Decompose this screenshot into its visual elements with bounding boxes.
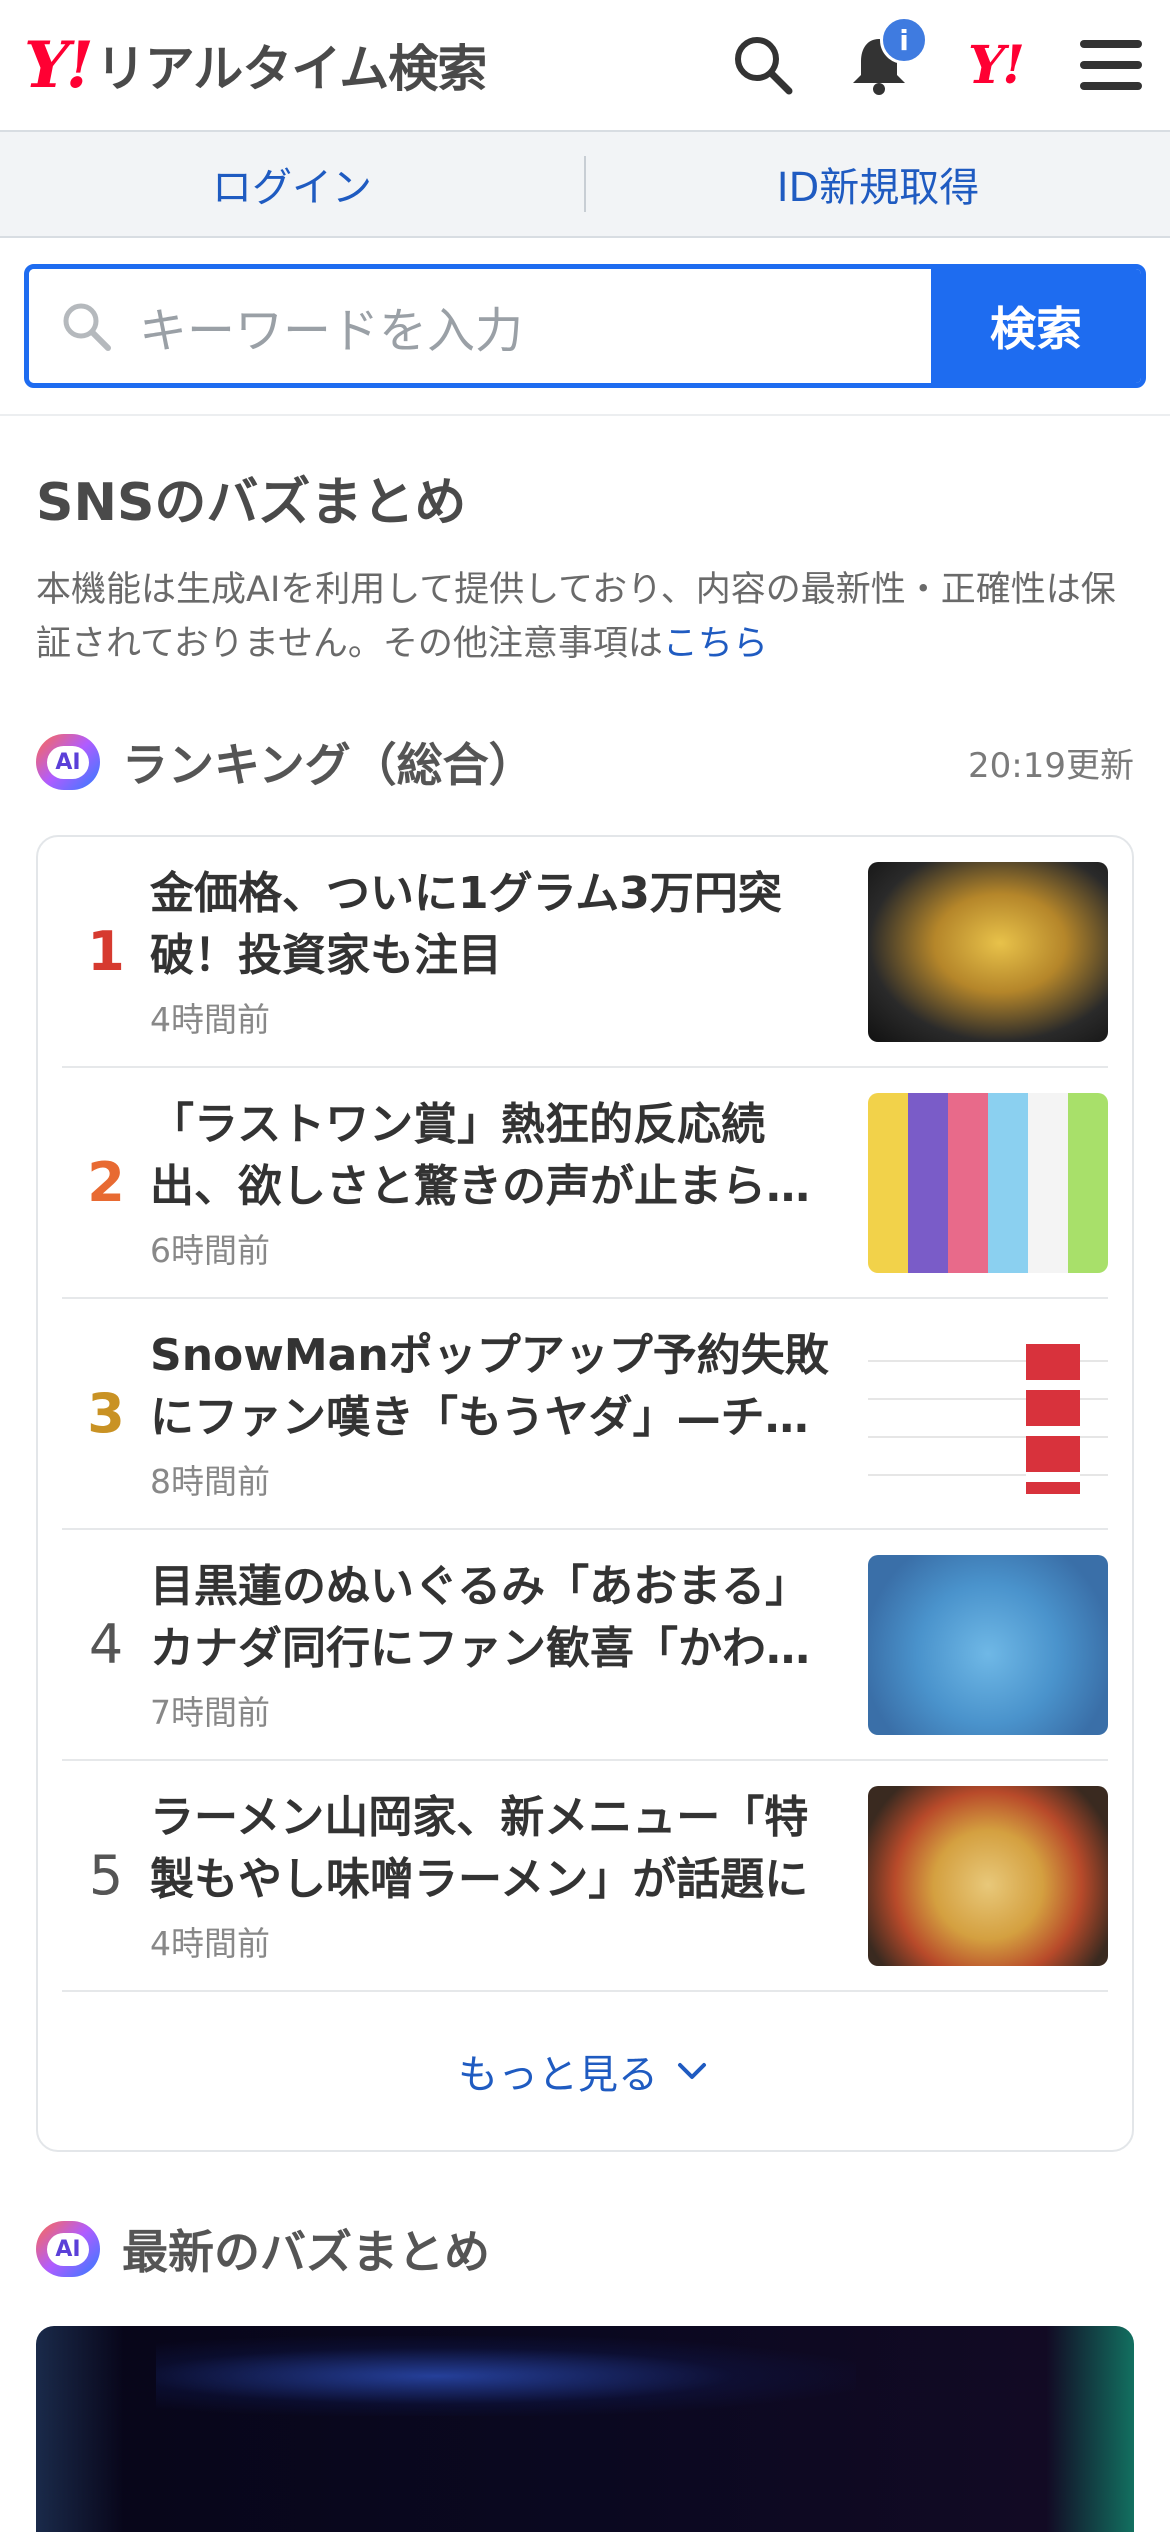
ranking-item-title: ラーメン山岡家、新メニュー「特製もやし味噌ラーメン」が話題に	[150, 1791, 809, 1905]
disclaimer-link[interactable]: こちら	[663, 624, 768, 664]
search-field-icon	[63, 303, 111, 351]
ai-badge-label: AI	[47, 745, 89, 779]
ranking-item-text: ラーメン山岡家、新メニュー「特製もやし味噌ラーメン」が話題に 4時間前	[150, 1787, 868, 1965]
menu-icon[interactable]	[1076, 30, 1146, 100]
show-more-label: もっと見る	[458, 2052, 658, 2098]
login-link[interactable]: ログイン	[0, 155, 584, 213]
latest-header: AI 最新のバズまとめ	[36, 2216, 1134, 2282]
ranking-item-time: 4時間前	[150, 1923, 270, 1963]
top-header: Y! リアルタイム検索 i Y!	[0, 0, 1170, 132]
ranking-item-time: 6時間前	[150, 1230, 270, 1270]
trading-cards-thumbnail	[868, 1092, 1108, 1273]
ranking-item-text: 金価格、ついに1グラム3万円突破！投資家も注目 4時間前	[150, 863, 868, 1041]
disclaimer-text: 本機能は生成AIを利用して提供しており、内容の最新性・正確性は保証されておりませ…	[36, 570, 1116, 664]
gold-bar-thumbnail	[868, 861, 1108, 1042]
rank-number: 2	[87, 1151, 125, 1214]
search-placeholder: キーワードを入力	[139, 303, 524, 359]
ramen-thumbnail	[868, 1785, 1108, 1966]
search-area: キーワードを入力 検索	[0, 238, 1170, 416]
ranking-item-title: 金価格、ついに1グラム3万円突破！投資家も注目	[150, 867, 782, 981]
ai-icon: AI	[36, 2221, 100, 2277]
notification-badge: i	[880, 16, 928, 64]
rank-number: 1	[87, 920, 125, 983]
ranking-item-text: 目黒蓮のぬいぐるみ「あおまる」カナダ同行にファン歓喜「かわいい」 7時間前	[150, 1556, 868, 1734]
ranking-item-title: SnowManポップアップ予約失敗にファン嘆き「もうヤダ」—チケット	[150, 1329, 829, 1443]
latest-title: 最新のバズまとめ	[122, 2225, 490, 2279]
ranking-item-time: 7時間前	[150, 1692, 270, 1732]
ranking-item[interactable]: 4 目黒蓮のぬいぐるみ「あおまる」カナダ同行にファン歓喜「かわいい」 7時間前	[62, 1530, 1108, 1761]
ai-disclaimer: 本機能は生成AIを利用して提供しており、内容の最新性・正確性は保証されておりませ…	[36, 563, 1134, 671]
ranking-item-text: SnowManポップアップ予約失敗にファン嘆き「もうヤダ」—チケット 8時間前	[150, 1325, 868, 1503]
search-input[interactable]: キーワードを入力	[29, 269, 931, 383]
login-bar: ログイン ID新規取得	[0, 132, 1170, 238]
ranking-item[interactable]: 1 金価格、ついに1グラム3万円突破！投資家も注目 4時間前	[62, 837, 1108, 1068]
ranking-item-time: 8時間前	[150, 1461, 270, 1501]
section-title-sns: SNSのバズまとめ	[36, 473, 467, 533]
ranking-card: 1 金価格、ついに1グラム3万円突破！投資家も注目 4時間前 2 「ラストワン賞…	[36, 835, 1134, 2152]
logo-text: リアルタイム検索	[95, 40, 487, 98]
reservation-schedule-thumbnail	[868, 1323, 1108, 1504]
search-box: キーワードを入力 検索	[24, 264, 1146, 388]
rank-number: 4	[88, 1613, 124, 1676]
register-link[interactable]: ID新規取得	[586, 155, 1170, 213]
ranking-title: ランキング（総合）	[122, 738, 535, 792]
show-more-button[interactable]: もっと見る	[62, 1992, 1108, 2150]
ranking-item-time: 4時間前	[150, 999, 270, 1039]
rank-number: 3	[87, 1382, 125, 1445]
ranking-header: AI ランキング（総合） 20:19更新	[36, 729, 1134, 795]
latest-hero-image[interactable]	[36, 2326, 1134, 2532]
yahoo-logo-mark: Y!	[24, 27, 94, 103]
search-icon[interactable]	[728, 30, 798, 100]
ranking-item[interactable]: 2 「ラストワン賞」熱狂的反応続出、欲しさと驚きの声が止まらない 6時間前	[62, 1068, 1108, 1299]
ai-icon: AI	[36, 734, 100, 790]
plush-toy-thumbnail	[868, 1554, 1108, 1735]
bell-icon[interactable]: i	[844, 16, 928, 100]
ranking-item[interactable]: 5 ラーメン山岡家、新メニュー「特製もやし味噌ラーメン」が話題に 4時間前	[62, 1761, 1108, 1992]
rank-number: 5	[88, 1844, 124, 1907]
ranking-item-text: 「ラストワン賞」熱狂的反応続出、欲しさと驚きの声が止まらない 6時間前	[150, 1094, 868, 1272]
yahoo-home-icon[interactable]: Y!	[960, 30, 1030, 100]
chevron-down-icon	[678, 2063, 706, 2079]
ranking-item[interactable]: 3 SnowManポップアップ予約失敗にファン嘆き「もうヤダ」—チケット 8時間…	[62, 1299, 1108, 1530]
ranking-item-title: 目黒蓮のぬいぐるみ「あおまる」カナダ同行にファン歓喜「かわいい」	[150, 1560, 810, 1674]
ai-badge-label: AI	[47, 2232, 89, 2266]
ranking-item-title: 「ラストワン賞」熱狂的反応続出、欲しさと驚きの声が止まらない	[150, 1098, 810, 1212]
search-button[interactable]: 検索	[931, 269, 1141, 383]
header-icons: i Y!	[728, 16, 1146, 100]
ranking-updated-time: 20:19更新	[968, 745, 1134, 786]
yahoo-realtime-logo[interactable]: Y! リアルタイム検索	[24, 27, 487, 103]
yahoo-mark: Y!	[968, 34, 1025, 96]
